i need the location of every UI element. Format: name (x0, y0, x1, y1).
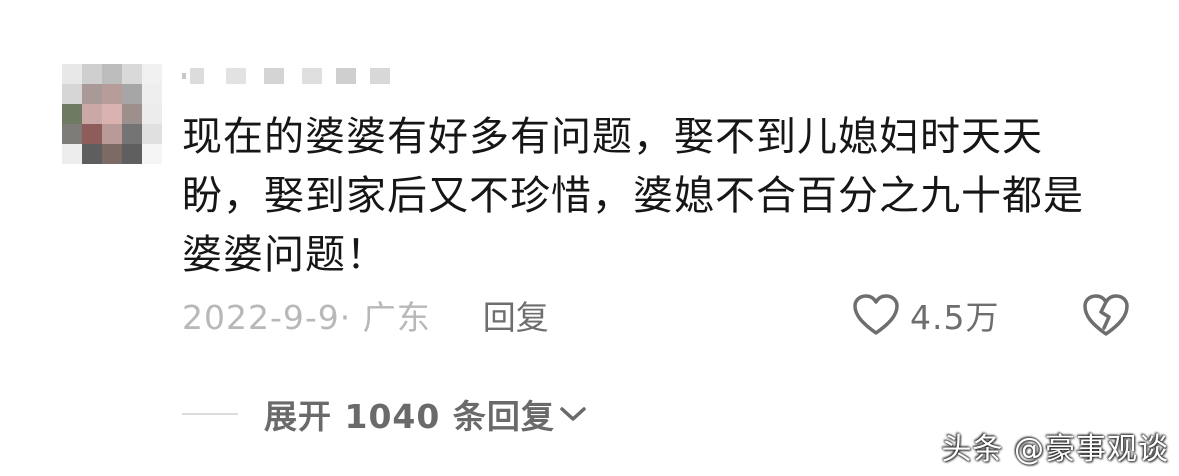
divider-line (182, 413, 238, 415)
expand-replies-row: 展开 1040 条回复 (182, 392, 587, 436)
comment-date-location: 2022-9-9· 广东 (182, 298, 431, 337)
like-count: 4.5万 (910, 298, 1000, 337)
like-button[interactable]: 4.5万 (852, 290, 999, 340)
comment-meta: 2022-9-9· 广东 回复 (182, 290, 549, 340)
watermark: 头条 @豪事观谈 (941, 432, 1169, 467)
username-blurred[interactable] (182, 66, 390, 86)
expand-replies-label: 展开 1040 条回复 (264, 397, 555, 436)
avatar[interactable] (62, 64, 162, 164)
expand-replies-button[interactable]: 展开 1040 条回复 (264, 390, 587, 438)
reply-button[interactable]: 回复 (483, 291, 549, 339)
chevron-down-icon (560, 407, 586, 421)
broken-heart-icon[interactable] (1082, 292, 1130, 338)
heart-outline-icon (853, 294, 899, 335)
comment-text: 现在的婆婆有好多有问题，娶不到儿媳妇时天天盼，娶到家后又不珍惜，婆媳不合百分之九… (182, 114, 1084, 278)
